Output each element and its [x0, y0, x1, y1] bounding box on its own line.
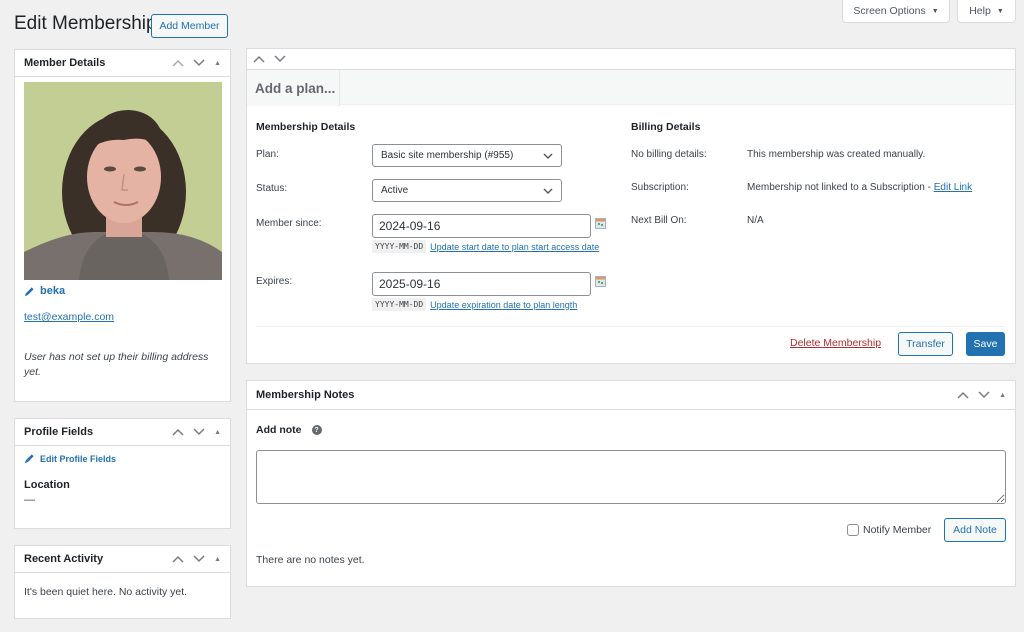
edit-profile-fields-label: Edit Profile Fields [40, 453, 117, 464]
next-bill-value: N/A [747, 215, 764, 226]
edit-profile-fields-link[interactable]: Edit Profile Fields [24, 453, 116, 464]
actions-divider [256, 326, 1005, 327]
plan-tab-strip [247, 70, 1015, 105]
collapse-toggle-icon[interactable]: ▲ [214, 556, 221, 563]
membership-notes-title: Membership Notes [256, 389, 355, 401]
add-note-button[interactable]: Add Note [944, 518, 1006, 542]
member-since-hint: YYYY-MM-DD Update start date to plan sta… [372, 240, 599, 253]
notes-empty-text: There are no notes yet. [256, 554, 365, 566]
collapse-toggle-icon[interactable]: ▲ [214, 60, 221, 67]
pencil-icon [24, 286, 34, 296]
member-username: beka [40, 285, 66, 297]
chevron-down-icon [543, 188, 553, 194]
edit-subscription-link[interactable]: Edit Link [934, 182, 972, 193]
calendar-icon[interactable] [595, 218, 606, 229]
help-label: Help [969, 5, 991, 17]
expires-input[interactable]: 2025-09-16 [372, 272, 591, 296]
move-down-icon[interactable] [193, 59, 205, 67]
help-button[interactable]: Help ▼ [957, 0, 1016, 23]
chevron-down-icon [543, 153, 553, 159]
recent-activity-header: Recent Activity ▲ [15, 546, 230, 573]
member-details-title: Member Details [24, 57, 106, 69]
move-down-icon[interactable] [193, 428, 205, 436]
member-details-header: Member Details ▲ [15, 50, 230, 77]
profile-fields-header: Profile Fields ▲ [15, 419, 230, 446]
tab-add-plan[interactable]: Add a plan... [247, 70, 340, 106]
no-billing-label: No billing details: [631, 149, 707, 160]
billing-details-title: Billing Details [631, 121, 701, 133]
move-up-icon[interactable] [172, 555, 184, 563]
plan-label: Plan: [256, 149, 279, 160]
membership-details-title: Membership Details [256, 121, 356, 133]
plan-select-value: Basic site membership (#955) [381, 150, 514, 161]
notify-member-label: Notify Member [863, 524, 932, 536]
member-avatar [24, 82, 222, 280]
profile-fields-title: Profile Fields [24, 426, 94, 438]
member-email-link[interactable]: test@example.com [24, 311, 114, 323]
member-since-input[interactable]: 2024-09-16 [372, 214, 591, 238]
profile-fields-box: Profile Fields ▲ [14, 418, 231, 529]
collapse-toggle-icon[interactable]: ▲ [999, 392, 1006, 399]
update-expiration-date-link[interactable]: Update expiration date to plan length [430, 300, 577, 310]
status-label: Status: [256, 183, 288, 194]
move-up-icon[interactable] [172, 59, 184, 67]
subscription-value: Membership not linked to a Subscription … [747, 182, 972, 193]
move-down-icon[interactable] [978, 391, 990, 399]
transfer-button[interactable]: Transfer [898, 332, 953, 356]
calendar-icon[interactable] [595, 276, 606, 287]
date-format-hint: YYYY-MM-DD [372, 298, 427, 311]
expires-hint: YYYY-MM-DD Update expiration date to pla… [372, 298, 577, 311]
caret-down-icon: ▼ [996, 7, 1004, 15]
membership-notes-header: Membership Notes ▲ [247, 381, 1015, 410]
delete-membership-link[interactable]: Delete Membership [790, 337, 881, 349]
caret-down-icon: ▼ [931, 7, 939, 15]
plan-box-handles [247, 49, 1015, 70]
add-member-button[interactable]: Add Member [151, 14, 228, 38]
notify-member-checkbox[interactable] [847, 524, 859, 536]
move-down-icon[interactable] [193, 555, 205, 563]
collapse-toggle-icon[interactable]: ▲ [214, 429, 221, 436]
add-note-label-row: Add note ? [256, 424, 322, 436]
subscription-status-text: Membership not linked to a Subscription … [747, 182, 934, 193]
screen-options-label: Screen Options [853, 5, 926, 17]
recent-activity-box: Recent Activity ▲ [14, 545, 231, 619]
member-name-link[interactable]: beka [24, 285, 65, 297]
update-start-date-link[interactable]: Update start date to plan start access d… [430, 242, 599, 252]
move-down-icon[interactable] [274, 55, 286, 63]
date-format-hint: YYYY-MM-DD [372, 240, 427, 253]
profile-field-value: — [24, 494, 35, 506]
move-up-icon[interactable] [172, 428, 184, 436]
add-note-textarea[interactable] [256, 450, 1006, 504]
expires-label: Expires: [256, 276, 293, 287]
no-billing-value: This membership was created manually. [747, 149, 926, 160]
profile-field-label: Location [24, 479, 70, 491]
save-button[interactable]: Save [966, 332, 1005, 356]
subscription-label: Subscription: [631, 182, 689, 193]
member-since-label: Member since: [256, 218, 322, 229]
pencil-icon [24, 454, 34, 464]
status-select[interactable]: Active [372, 179, 562, 202]
status-select-value: Active [381, 185, 409, 196]
recent-activity-title: Recent Activity [24, 553, 104, 565]
move-up-icon[interactable] [253, 55, 265, 63]
help-icon[interactable]: ? [311, 425, 322, 435]
add-note-label: Add note [256, 424, 302, 436]
plan-select[interactable]: Basic site membership (#955) [372, 144, 562, 167]
billing-address-note: User has not set up their billing addres… [24, 351, 209, 378]
next-bill-label: Next Bill On: [631, 215, 687, 226]
page-title: Edit Membership [14, 13, 157, 34]
notify-member-option[interactable]: Notify Member [847, 524, 931, 536]
move-up-icon[interactable] [957, 391, 969, 399]
screen-options-button[interactable]: Screen Options ▼ [842, 0, 950, 23]
recent-activity-empty: It's been quiet here. No activity yet. [24, 586, 188, 598]
